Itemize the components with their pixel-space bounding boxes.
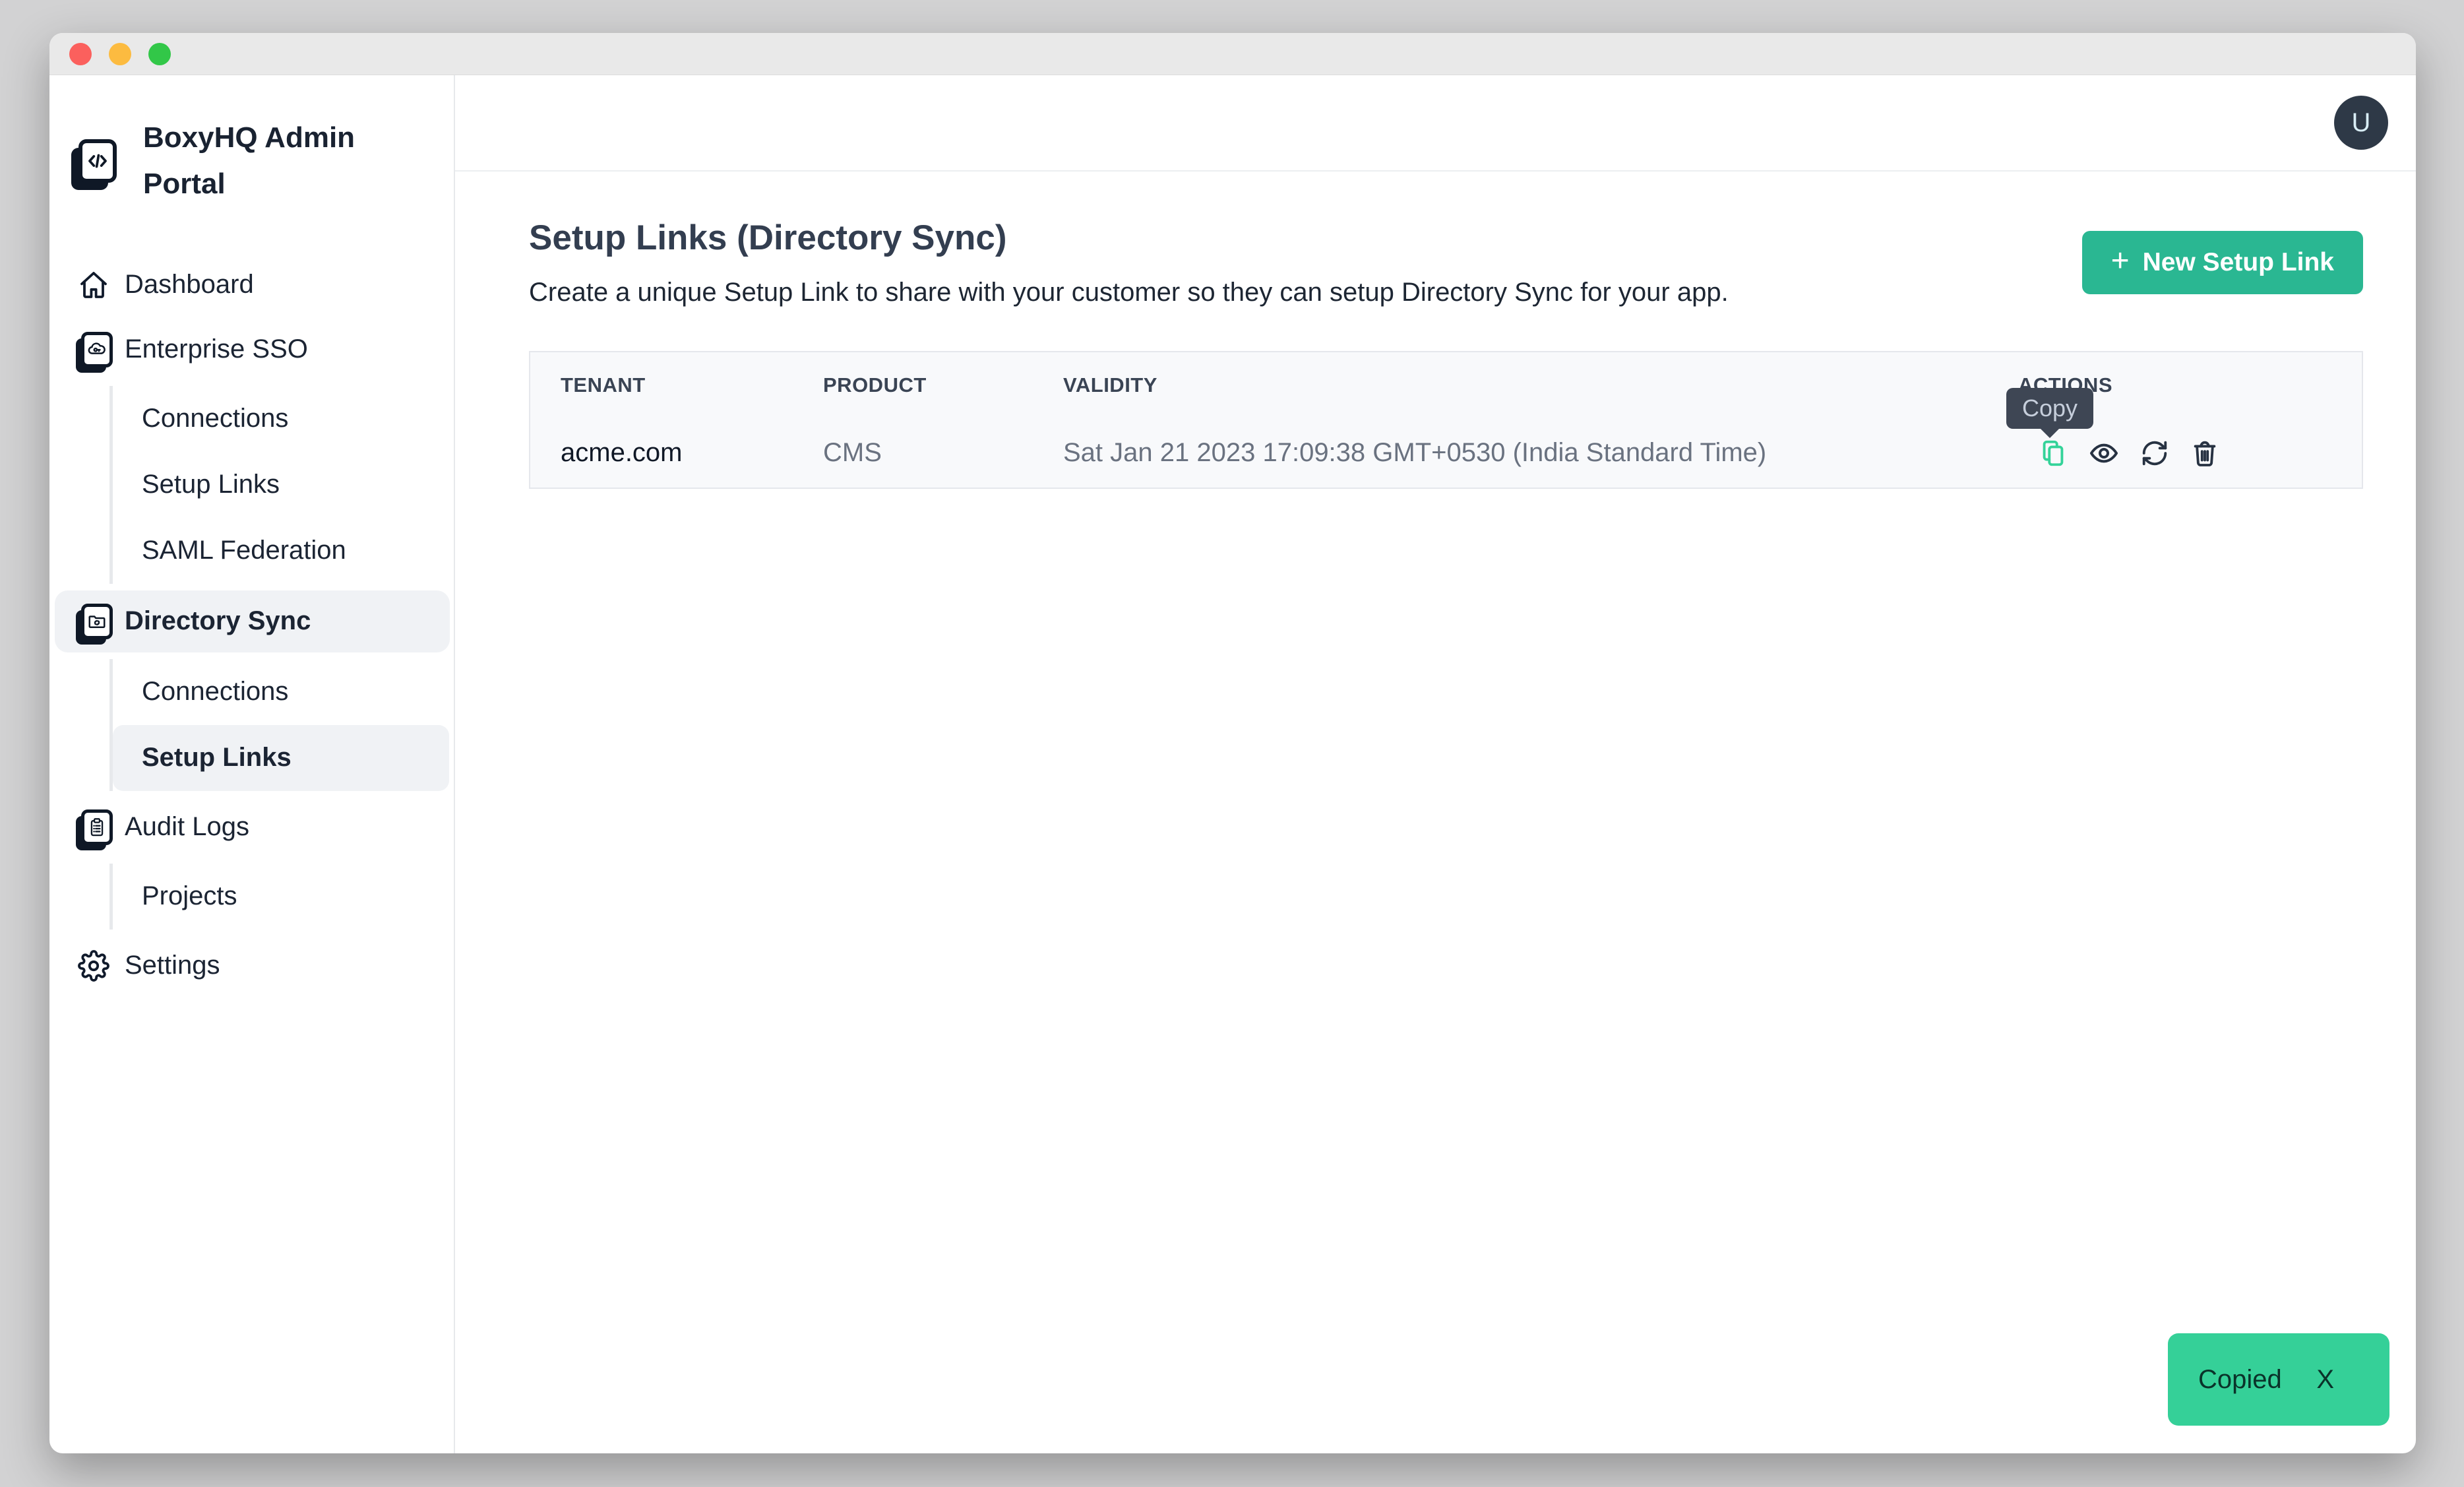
sidebar-item-label: Dashboard [125, 270, 254, 300]
view-button[interactable] [2088, 437, 2120, 469]
desktop-background: { "window": { "controls": { "close": "cl… [0, 0, 2464, 1487]
sidebar-nav: Dashboard Enterprise SSO [49, 253, 454, 998]
copy-icon [2038, 438, 2068, 468]
sidebar-item-label: Settings [125, 951, 220, 980]
audit-logs-subnav: Projects [109, 864, 454, 930]
sidebar-item-label: SAML Federation [142, 536, 346, 565]
enterprise-sso-icon [71, 332, 117, 367]
main-area: U Setup Links (Directory Sync) Create a … [455, 75, 2416, 1453]
copy-tooltip: Copy [2006, 388, 2093, 429]
table-row: acme.com CMS Sat Jan 21 2023 17:09:38 GM… [530, 418, 2362, 488]
setup-links-table: TENANT PRODUCT VALIDITY ACTIONS acme.com… [529, 351, 2363, 489]
directory-sync-subnav: Connections Setup Links [109, 659, 454, 791]
tenant-cell: acme.com [530, 418, 793, 488]
topbar: U [455, 75, 2416, 172]
maximize-window-button[interactable] [148, 43, 171, 65]
sidebar-item-label: Connections [142, 404, 288, 433]
avatar[interactable]: U [2334, 96, 2388, 150]
home-icon [71, 269, 117, 301]
page-head: Setup Links (Directory Sync) Create a un… [529, 218, 2363, 307]
eye-icon [2088, 437, 2120, 469]
brand: BoxyHQ Admin Portal [49, 115, 454, 208]
page-description: Create a unique Setup Link to share with… [529, 278, 1729, 307]
sidebar-item-dashboard[interactable]: Dashboard [49, 253, 454, 317]
regenerate-button[interactable] [2140, 438, 2170, 468]
brand-title: BoxyHQ Admin Portal [143, 115, 355, 208]
plus-icon: + [2111, 245, 2130, 277]
app-body: BoxyHQ Admin Portal Dashboard [49, 75, 2416, 1453]
toast-close-button[interactable]: X [2316, 1365, 2334, 1395]
brand-title-line2: Portal [143, 161, 355, 207]
sidebar-item-dsync-connections[interactable]: Connections [113, 659, 454, 725]
close-window-button[interactable] [69, 43, 92, 65]
audit-logs-icon [71, 809, 117, 845]
sidebar-item-dsync-setup-links[interactable]: Setup Links [113, 725, 449, 791]
trash-icon [2190, 438, 2220, 468]
new-setup-link-button-label: New Setup Link [2143, 248, 2334, 277]
gear-icon [71, 950, 117, 982]
sidebar-item-label: Enterprise SSO [125, 334, 308, 364]
directory-sync-icon [71, 604, 117, 639]
sidebar-item-label: Directory Sync [125, 606, 311, 636]
new-setup-link-button[interactable]: + New Setup Link [2082, 231, 2363, 294]
validity-cell: Sat Jan 21 2023 17:09:38 GMT+0530 (India… [1033, 418, 1988, 488]
actions-cell: Copy [1988, 418, 2362, 488]
sidebar-item-audit-logs[interactable]: Audit Logs [49, 795, 454, 860]
sidebar-item-enterprise-sso[interactable]: Enterprise SSO [49, 317, 454, 382]
app-window: BoxyHQ Admin Portal Dashboard [49, 33, 2416, 1453]
copied-toast: Copied X [2168, 1333, 2389, 1426]
column-header-validity: VALIDITY [1033, 352, 1988, 418]
page-title: Setup Links (Directory Sync) [529, 218, 1729, 258]
product-cell: CMS [793, 418, 1033, 488]
brand-logo-icon [78, 139, 117, 183]
minimize-window-button[interactable] [109, 43, 131, 65]
delete-button[interactable] [2190, 438, 2220, 468]
sidebar-item-settings[interactable]: Settings [49, 933, 454, 998]
window-titlebar [49, 33, 2416, 75]
brand-title-line1: BoxyHQ Admin [143, 115, 355, 161]
sidebar-item-label: Connections [142, 677, 288, 707]
page-head-text: Setup Links (Directory Sync) Create a un… [529, 218, 1729, 307]
sidebar-item-directory-sync[interactable]: Directory Sync [55, 590, 450, 652]
page-content: Setup Links (Directory Sync) Create a un… [455, 172, 2416, 1453]
avatar-initial: U [2352, 108, 2371, 138]
sidebar-item-label: Setup Links [142, 470, 280, 499]
sidebar: BoxyHQ Admin Portal Dashboard [49, 75, 455, 1453]
toast-message: Copied [2198, 1365, 2282, 1395]
sidebar-item-label: Setup Links [142, 743, 292, 773]
column-header-product: PRODUCT [793, 352, 1033, 418]
sidebar-item-label: Audit Logs [125, 812, 249, 842]
sidebar-item-saml-federation[interactable]: SAML Federation [113, 518, 454, 584]
sidebar-item-label: Projects [142, 881, 237, 911]
refresh-icon [2140, 438, 2170, 468]
sidebar-item-sso-setup-links[interactable]: Setup Links [113, 452, 454, 518]
enterprise-sso-subnav: Connections Setup Links SAML Federation [109, 386, 454, 584]
sidebar-item-projects[interactable]: Projects [113, 864, 454, 930]
copy-button[interactable] [2038, 438, 2068, 468]
sidebar-item-sso-connections[interactable]: Connections [113, 386, 454, 452]
column-header-tenant: TENANT [530, 352, 793, 418]
